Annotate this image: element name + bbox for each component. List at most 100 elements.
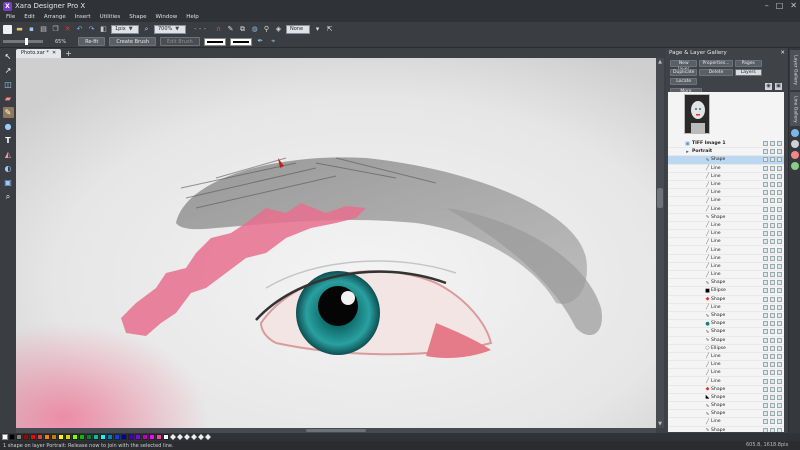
magnet-snap-icon[interactable]: ∩	[214, 25, 223, 34]
palette-swatch[interactable]	[23, 434, 29, 440]
eye-toggle-icon[interactable]	[777, 190, 782, 196]
refit-button[interactable]: Re-fit	[78, 37, 106, 46]
start-arrow-select[interactable]	[203, 37, 226, 46]
visible-toggle-icon[interactable]	[763, 247, 768, 253]
object-row[interactable]: ╱ Line	[668, 230, 784, 239]
lock-toggle-icon[interactable]	[770, 362, 775, 368]
object-row[interactable]: ╱ Line	[668, 377, 784, 386]
palette-swatch[interactable]	[58, 434, 64, 440]
palette-swatch[interactable]	[128, 434, 134, 440]
fill-name-select[interactable]: None	[286, 24, 310, 34]
redo-icon[interactable]: ↷	[87, 25, 96, 34]
visible-toggle-icon[interactable]	[763, 173, 768, 179]
create-brush-button[interactable]: Create Brush	[109, 37, 157, 46]
text-tool-icon[interactable]: T	[3, 135, 14, 146]
eye-toggle-icon[interactable]	[777, 206, 782, 212]
line-gallery-tab[interactable]: Line Gallery	[790, 92, 800, 126]
eye-toggle-icon[interactable]	[777, 141, 782, 147]
visible-toggle-icon[interactable]	[763, 214, 768, 220]
visible-all-icon[interactable]: ◉	[765, 83, 772, 90]
tab-photo[interactable]: Photo.xar * ✕	[16, 49, 62, 58]
palette-swatch[interactable]	[149, 434, 155, 440]
lock-toggle-icon[interactable]	[770, 149, 775, 155]
eye-toggle-icon[interactable]	[777, 214, 782, 220]
visible-toggle-icon[interactable]	[763, 239, 768, 245]
menu-insert[interactable]: Insert	[75, 14, 91, 20]
new-layer-button[interactable]: New layer	[670, 60, 698, 72]
scroll-up-icon[interactable]: ▲	[657, 59, 663, 65]
visible-toggle-icon[interactable]	[763, 182, 768, 188]
palette-swatch[interactable]	[51, 434, 57, 440]
eye-toggle-icon[interactable]	[777, 394, 782, 400]
transparency-tool-icon[interactable]: ◐	[3, 163, 14, 174]
opacity-slider[interactable]	[3, 38, 43, 45]
object-row[interactable]: ╱ Line	[668, 189, 784, 198]
visible-toggle-icon[interactable]	[763, 288, 768, 294]
palette-swatch[interactable]	[30, 434, 36, 440]
object-row[interactable]: ∿ Shape	[668, 156, 784, 165]
object-row[interactable]: ╱ Line	[668, 361, 784, 370]
object-row[interactable]: ∿ Shape	[668, 427, 784, 432]
layer-row[interactable]: ▸ Portrait	[668, 148, 784, 157]
lock-toggle-icon[interactable]	[770, 296, 775, 302]
add-tab-icon[interactable]: +	[65, 49, 72, 58]
lock-toggle-icon[interactable]	[770, 321, 775, 327]
lock-toggle-icon[interactable]	[770, 329, 775, 335]
lock-toggle-icon[interactable]	[770, 427, 775, 432]
zoom-icon[interactable]: ⌕	[142, 25, 151, 34]
palette-swatch[interactable]	[121, 434, 127, 440]
eye-toggle-icon[interactable]	[777, 198, 782, 204]
eye-toggle-icon[interactable]	[777, 345, 782, 351]
eye-toggle-icon[interactable]	[777, 247, 782, 253]
palette-swatch[interactable]	[86, 434, 92, 440]
save-icon[interactable]: ▪	[27, 25, 36, 34]
share-icon[interactable]: ◈	[274, 25, 283, 34]
lock-toggle-icon[interactable]	[770, 272, 775, 278]
palette-swatch[interactable]	[163, 434, 169, 440]
end-arrow-select[interactable]	[229, 37, 252, 46]
object-row[interactable]: ∿ Shape	[668, 328, 784, 337]
eye-toggle-icon[interactable]	[777, 353, 782, 359]
minimize-icon[interactable]: –	[765, 1, 769, 10]
object-row[interactable]: ╱ Line	[668, 246, 784, 255]
object-row[interactable]: ╱ Line	[668, 238, 784, 247]
object-row[interactable]: ╱ Line	[668, 263, 784, 271]
menu-window[interactable]: Window	[156, 14, 178, 20]
close-tab-icon[interactable]: ✕	[52, 49, 56, 58]
eye-toggle-icon[interactable]	[777, 370, 782, 376]
eye-toggle-icon[interactable]	[777, 337, 782, 343]
object-row[interactable]: ∿ Shape	[668, 214, 784, 222]
properties-button[interactable]: Properties...	[699, 60, 733, 67]
vertical-scrollbar[interactable]: ▲ ▼	[656, 58, 664, 428]
visible-toggle-icon[interactable]	[763, 255, 768, 261]
eye-toggle-icon[interactable]	[777, 231, 782, 237]
palette-diamond-swatch[interactable]	[177, 434, 183, 440]
lock-toggle-icon[interactable]	[770, 231, 775, 237]
menu-utilities[interactable]: Utilities	[100, 14, 121, 20]
lock-toggle-icon[interactable]	[770, 370, 775, 376]
visible-toggle-icon[interactable]	[763, 190, 768, 196]
palette-swatch[interactable]	[93, 434, 99, 440]
lock-toggle-icon[interactable]	[770, 419, 775, 425]
lock-toggle-icon[interactable]	[770, 263, 775, 269]
font-gallery-icon[interactable]	[791, 162, 799, 170]
horizontal-scroll-thumb[interactable]	[306, 429, 366, 432]
layer-row[interactable]: ▣ TIFF Image 1	[668, 140, 784, 149]
pen-tool-option-icon[interactable]: ✒	[256, 37, 265, 46]
object-row[interactable]: ╱ Line	[668, 271, 784, 280]
color-picker-icon[interactable]: ◧	[99, 25, 108, 34]
edit-icon[interactable]: ✎	[226, 25, 235, 34]
eye-toggle-icon[interactable]	[777, 329, 782, 335]
visible-toggle-icon[interactable]	[763, 141, 768, 147]
eye-toggle-icon[interactable]	[777, 321, 782, 327]
object-row[interactable]: ∿ Shape	[668, 402, 784, 411]
palette-swatch[interactable]	[135, 434, 141, 440]
lock-toggle-icon[interactable]	[770, 247, 775, 253]
bitmap-gallery-icon[interactable]	[791, 151, 799, 159]
color-gallery-icon[interactable]	[791, 129, 799, 137]
visible-toggle-icon[interactable]	[763, 321, 768, 327]
lock-toggle-icon[interactable]	[770, 198, 775, 204]
palette-swatch[interactable]	[142, 434, 148, 440]
layer-gallery-tab[interactable]: Layer Gallery	[790, 50, 800, 90]
eye-toggle-icon[interactable]	[777, 222, 782, 228]
